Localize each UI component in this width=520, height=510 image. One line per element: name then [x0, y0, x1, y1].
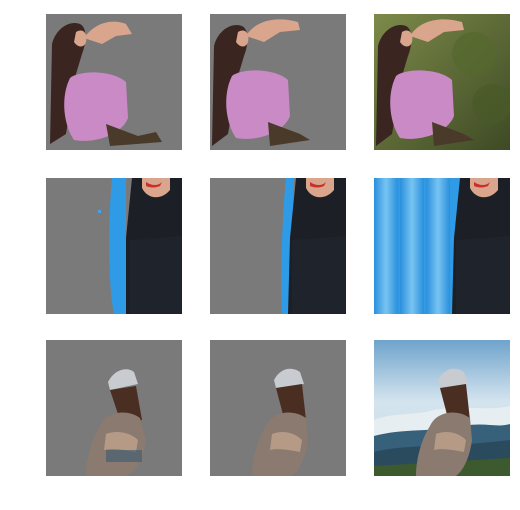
- row3-original-image: [374, 340, 510, 476]
- row2-original-image: [374, 178, 510, 314]
- row2-masked-refined-image: [210, 178, 346, 314]
- row1-masked-coarse-image: [46, 14, 182, 150]
- row1-masked-refined-image: [210, 14, 346, 150]
- row3-masked-refined-image: [210, 340, 346, 476]
- row3-masked-coarse-image: [46, 340, 182, 476]
- row2-masked-coarse-image: [46, 178, 182, 314]
- row1-original-image: [374, 14, 510, 150]
